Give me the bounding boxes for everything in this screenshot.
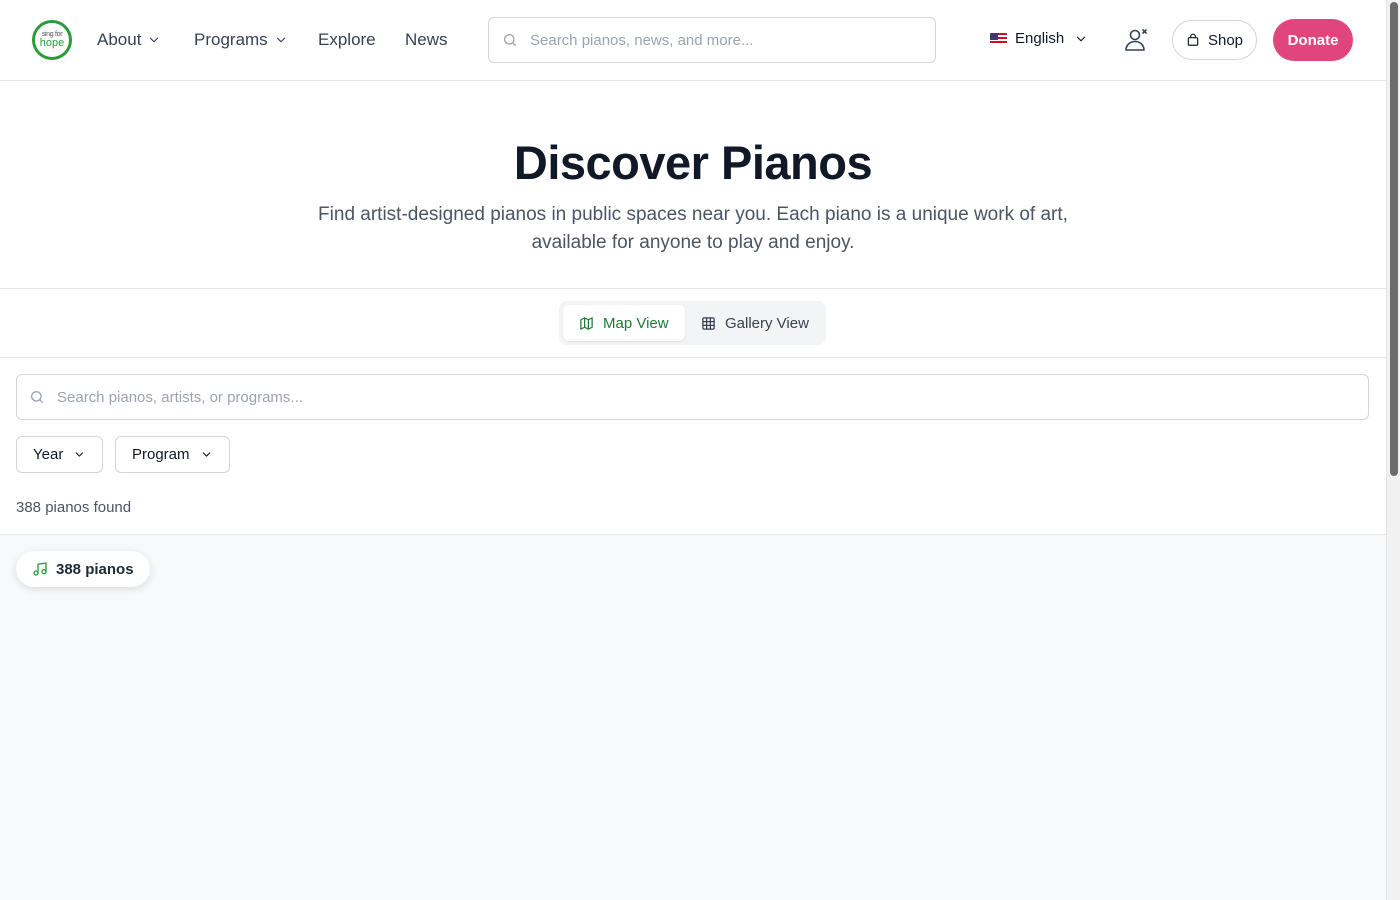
page-scrollbar[interactable]: [1386, 0, 1400, 900]
year-filter-dropdown[interactable]: Year: [16, 436, 103, 473]
user-account-icon[interactable]: [1124, 26, 1150, 52]
gallery-view-button[interactable]: Gallery View: [685, 305, 825, 341]
results-count: 388 pianos found: [16, 499, 132, 516]
chevron-down-icon: [150, 37, 159, 43]
piano-search: [16, 374, 1369, 420]
nav-about[interactable]: About: [97, 29, 161, 51]
nav-about-label: About: [97, 30, 142, 49]
site-logo[interactable]: sing for hope: [32, 20, 72, 60]
hero-section: Discover Pianos Find artist-designed pia…: [0, 81, 1386, 289]
page-subtitle: Find artist-designed pianos in public sp…: [318, 204, 1068, 253]
nav-programs[interactable]: Programs: [194, 29, 288, 51]
chevron-down-icon: [1077, 36, 1086, 41]
nav-explore-label: Explore: [318, 30, 376, 49]
chevron-down-icon: [75, 452, 84, 457]
page-title: Discover Pianos: [513, 136, 873, 189]
chevron-down-icon: [202, 452, 210, 457]
grid-icon: [702, 316, 715, 330]
shop-label: Shop: [1207, 31, 1244, 49]
shopping-bag-icon: [1187, 33, 1199, 46]
search-icon: [504, 34, 516, 46]
year-filter-label: Year: [33, 446, 64, 463]
language-label: English: [1015, 30, 1065, 47]
map-icon: [580, 316, 593, 330]
music-note-icon: [33, 562, 47, 576]
view-toggle: Map View Gallery View: [559, 301, 826, 345]
logo-line-2: hope: [39, 37, 65, 49]
language-selector[interactable]: English: [990, 30, 1088, 47]
page: sing for hope About Programs Explore New…: [0, 0, 1386, 900]
gallery-view-label: Gallery View: [725, 314, 809, 332]
nav-news[interactable]: News: [405, 29, 448, 51]
scrollbar-thumb[interactable]: [1390, 2, 1398, 476]
nav-news-label: News: [405, 30, 448, 49]
nav-explore[interactable]: Explore: [318, 29, 376, 51]
view-toggle-bar: Map View Gallery View: [0, 289, 1386, 358]
map-view-button[interactable]: Map View: [563, 305, 685, 341]
piano-search-input[interactable]: [57, 388, 1368, 406]
header-search: [488, 17, 936, 63]
piano-count-label: 388 pianos: [56, 560, 134, 578]
donate-button[interactable]: Donate: [1273, 19, 1353, 61]
header-search-input[interactable]: [530, 31, 935, 49]
piano-count-pill: 388 pianos: [16, 551, 150, 587]
chevron-down-icon: [276, 37, 285, 43]
filters-section: Year Program 388 pianos found: [0, 358, 1386, 535]
shop-button[interactable]: Shop: [1172, 20, 1257, 60]
us-flag-icon: [990, 32, 1007, 45]
program-filter-label: Program: [132, 446, 190, 463]
search-icon: [31, 391, 43, 403]
program-filter-dropdown[interactable]: Program: [115, 436, 230, 473]
nav-programs-label: Programs: [194, 30, 268, 49]
site-header: sing for hope About Programs Explore New…: [0, 0, 1386, 81]
map-view-label: Map View: [603, 314, 669, 332]
